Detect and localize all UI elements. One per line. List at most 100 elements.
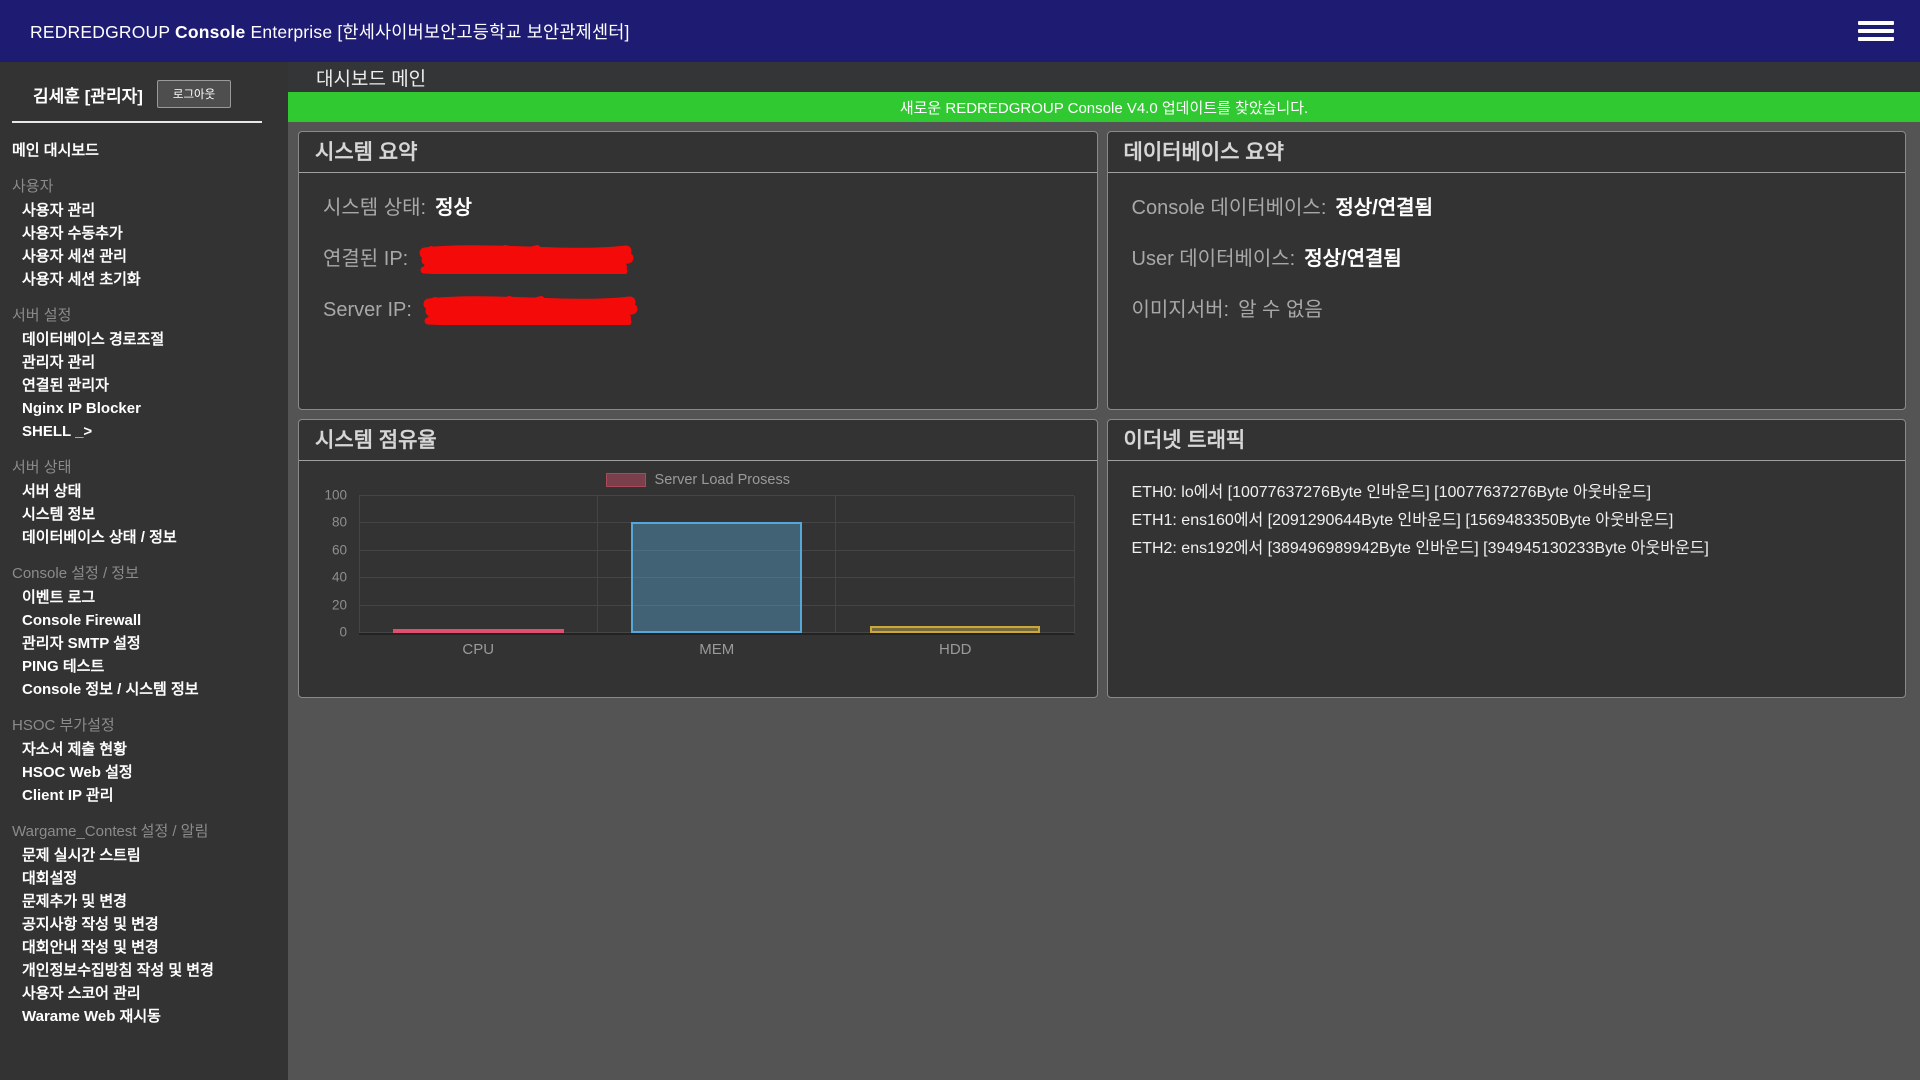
panel-title-system-summary: 시스템 요약 (299, 132, 1097, 173)
eth-traffic-line: ETH2: ens192에서 [389496989942Byte 인바운드] [… (1132, 535, 1882, 563)
bar-slots (359, 496, 1074, 633)
info-row: Console 데이터베이스: 정상/연결됨 (1132, 193, 1882, 223)
sidebar-item[interactable]: 사용자 관리 (0, 199, 288, 222)
sidebar-item[interactable]: Console Firewall (0, 609, 288, 632)
redacted-ip-scribble (423, 295, 638, 325)
sidebar-item[interactable]: 이벤트 로그 (0, 586, 288, 609)
panel-system-usage: 시스템 점유율 Server Load Prosess 020406080100… (298, 419, 1098, 698)
app-title-suffix: Enterprise [한세사이버보안고등학교 보안관제센터] (251, 22, 630, 42)
sidebar-user-row: 김세훈 [관리자] 로그아웃 (0, 62, 288, 108)
sidebar-section-label: HSOC 부가설정 (0, 714, 288, 738)
dashboard-grid: 시스템 요약 시스템 상태: 정상연결된 IP: Server IP: 데이터베이스… (298, 131, 1906, 698)
app-title: REDREDGROUP Console Enterprise [한세사이버보안고… (30, 19, 630, 44)
sidebar-item[interactable]: Console 정보 / 시스템 정보 (0, 678, 288, 701)
info-value: 알 수 없음 (1238, 295, 1323, 325)
sidebar-item[interactable]: PING 테스트 (0, 655, 288, 678)
sidebar: 김세훈 [관리자] 로그아웃 메인 대시보드 사용자사용자 관리사용자 수동추가… (0, 62, 288, 1080)
sidebar-item[interactable]: 관리자 관리 (0, 351, 288, 374)
sidebar-section-label: Wargame_Contest 설정 / 알림 (0, 820, 288, 844)
info-value: 정상/연결됨 (1335, 193, 1433, 223)
panel-ethernet-traffic: 이더넷 트래픽 ETH0: lo에서 [10077637276Byte 인바운드… (1107, 419, 1907, 698)
x-axis-label: HDD (836, 641, 1075, 658)
info-value: 정상 (435, 193, 472, 223)
sidebar-item[interactable]: Warame Web 재시동 (0, 1005, 288, 1028)
panel-db-summary: 데이터베이스 요약 Console 데이터베이스:정상/연결됨User 데이터베… (1107, 131, 1907, 410)
sidebar-section-label: 서버 상태 (0, 456, 288, 480)
sidebar-section-label: 서버 설정 (0, 304, 288, 328)
sidebar-item[interactable]: SHELL _> (0, 420, 288, 443)
sidebar-item[interactable]: 문제 실시간 스트림 (0, 844, 288, 867)
redacted-ip-scribble (419, 244, 634, 274)
sidebar-item[interactable]: 공지사항 작성 및 변경 (0, 913, 288, 936)
sidebar-item-main-dashboard[interactable]: 메인 대시보드 (0, 139, 288, 162)
sidebar-item[interactable]: 시스템 정보 (0, 503, 288, 526)
system-summary-body: 시스템 상태: 정상연결된 IP: Server IP: (299, 173, 1097, 325)
y-tick-label: 100 (324, 488, 347, 503)
sidebar-item[interactable]: 문제추가 및 변경 (0, 890, 288, 913)
db-summary-body: Console 데이터베이스: 정상/연결됨 User 데이터베이스: 정상/연결됨이… (1108, 173, 1906, 325)
chart-legend: Server Load Prosess (317, 471, 1079, 489)
sidebar-item[interactable]: 대회안내 작성 및 변경 (0, 936, 288, 959)
info-row: User 데이터베이스: 정상/연결됨 (1132, 244, 1882, 274)
legend-label: Server Load Prosess (655, 472, 790, 488)
ethernet-traffic-body: ETH0: lo에서 [10077637276Byte 인바운드] [10077… (1108, 461, 1906, 563)
sidebar-item[interactable]: 연결된 관리자 (0, 374, 288, 397)
x-axis-label: CPU (359, 641, 598, 658)
hamburger-menu-icon[interactable] (1858, 15, 1894, 47)
sidebar-item[interactable]: 자소서 제출 현황 (0, 738, 288, 761)
sidebar-item[interactable]: 서버 상태 (0, 480, 288, 503)
logout-button[interactable]: 로그아웃 (157, 80, 231, 108)
bar-slot (835, 496, 1073, 633)
page-title: 대시보드 메인 (288, 62, 1920, 92)
y-tick-label: 60 (332, 542, 347, 557)
app-title-console: Console (175, 22, 245, 42)
sidebar-item[interactable]: 개인정보수집방침 작성 및 변경 (0, 959, 288, 982)
bar-mem[interactable] (631, 522, 802, 633)
panel-title-system-usage: 시스템 점유율 (299, 420, 1097, 461)
panel-title-db-summary: 데이터베이스 요약 (1108, 132, 1906, 173)
legend-swatch (606, 473, 646, 487)
sidebar-divider (12, 121, 262, 123)
sidebar-item[interactable]: 데이터베이스 경로조절 (0, 328, 288, 351)
info-row: 이미지서버: 알 수 없음 (1132, 295, 1882, 325)
info-label: 이미지서버: (1132, 295, 1230, 325)
app-title-prefix: REDREDGROUP (30, 22, 170, 42)
y-tick-label: 80 (332, 515, 347, 530)
sidebar-item[interactable]: 대회설정 (0, 867, 288, 890)
y-tick-label: 0 (339, 625, 347, 640)
info-label: User 데이터베이스: (1132, 244, 1296, 274)
sidebar-item[interactable]: 사용자 스코어 관리 (0, 982, 288, 1005)
bar-chart-plot: 020406080100 (359, 496, 1075, 635)
x-axis-labels: CPUMEMHDD (359, 641, 1075, 658)
sidebar-item[interactable]: 데이터베이스 상태 / 정보 (0, 526, 288, 549)
main-area: 대시보드 메인 새로운 REDREDGROUP Console V4.0 업데이… (288, 62, 1920, 1080)
info-row: 연결된 IP: (323, 244, 1073, 274)
bar-slot (597, 496, 835, 633)
sidebar-item[interactable]: 사용자 세션 관리 (0, 245, 288, 268)
sidebar-item[interactable]: 사용자 수동추가 (0, 222, 288, 245)
user-name: 김세훈 [관리자] (33, 82, 143, 107)
panel-title-ethernet-traffic: 이더넷 트래픽 (1108, 420, 1906, 461)
top-navbar: REDREDGROUP Console Enterprise [한세사이버보안고… (0, 0, 1920, 62)
eth-traffic-line: ETH1: ens160에서 [2091290644Byte 인바운드] [15… (1132, 507, 1882, 535)
sidebar-section-label: 사용자 (0, 175, 288, 199)
sidebar-item[interactable]: Nginx IP Blocker (0, 397, 288, 420)
sidebar-item[interactable]: Client IP 관리 (0, 784, 288, 807)
info-label: 시스템 상태: (323, 193, 426, 223)
sidebar-item[interactable]: 사용자 세션 초기화 (0, 268, 288, 291)
sidebar-menu: 사용자사용자 관리사용자 수동추가사용자 세션 관리사용자 세션 초기화서버 설… (0, 175, 288, 1028)
x-axis-label: MEM (598, 641, 837, 658)
sidebar-item[interactable]: 관리자 SMTP 설정 (0, 632, 288, 655)
info-label: Console 데이터베이스: (1132, 193, 1327, 223)
sidebar-section-label: Console 설정 / 정보 (0, 562, 288, 586)
sidebar-item[interactable]: HSOC Web 설정 (0, 761, 288, 784)
update-alert-banner[interactable]: 새로운 REDREDGROUP Console V4.0 업데이트를 찾았습니다… (288, 92, 1920, 122)
bar-cpu[interactable] (393, 629, 564, 633)
info-value: 정상/연결됨 (1304, 244, 1402, 274)
eth-traffic-line: ETH0: lo에서 [10077637276Byte 인바운드] [10077… (1132, 479, 1882, 507)
y-tick-label: 20 (332, 597, 347, 612)
y-tick-label: 40 (332, 570, 347, 585)
info-row: Server IP: (323, 295, 1073, 325)
bar-hdd[interactable] (870, 626, 1041, 633)
info-label: 연결된 IP: (323, 244, 408, 274)
